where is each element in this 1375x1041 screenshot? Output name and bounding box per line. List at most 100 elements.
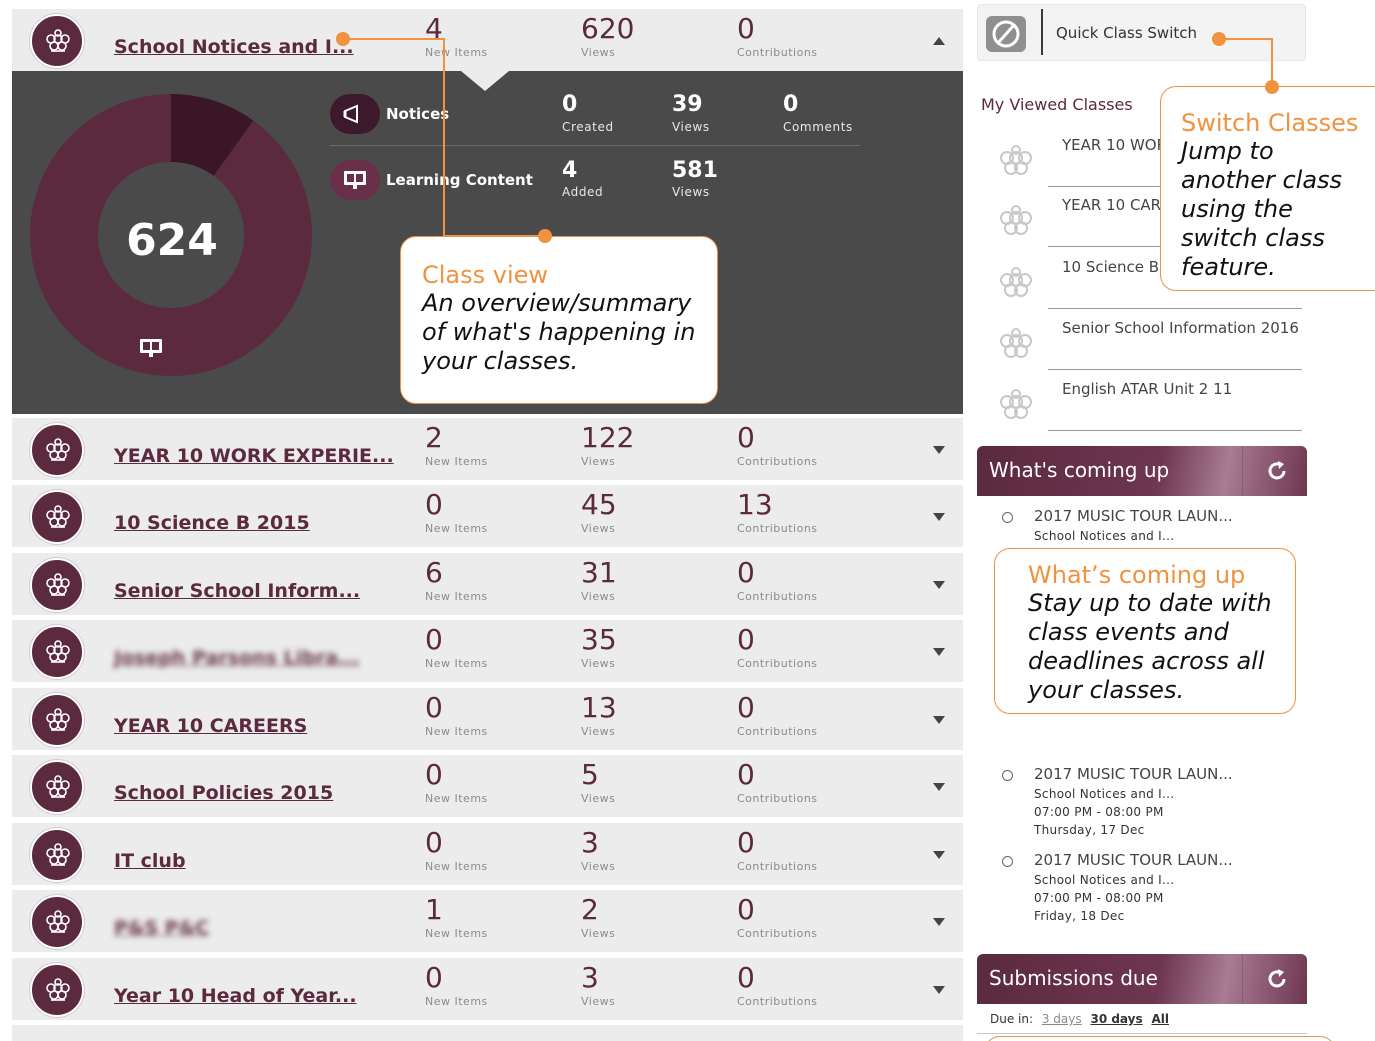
contributions-count: 0 [737, 758, 755, 791]
viewed-class-divider [1048, 430, 1302, 431]
viewed-class-item[interactable]: English ATAR Unit 2 11 [990, 374, 1310, 434]
callout-anchor-dot [1212, 32, 1226, 46]
submissions-due-title: Submissions due [989, 966, 1158, 990]
submissions-due-header: Submissions due [977, 954, 1307, 1004]
callout-anchor-dot [1265, 80, 1279, 94]
event-title[interactable]: 2017 MUSIC TOUR LAUN... [1034, 507, 1233, 525]
viewed-class-name[interactable]: Senior School Information 2016 [1062, 319, 1302, 337]
presentation-icon [140, 339, 162, 357]
contributions-label: Contributions [737, 46, 818, 59]
class-row[interactable]: YEAR 10 CAREERS 0 New Items 13 Views 0 Contrib… [12, 686, 963, 750]
class-row[interactable]: Year 10 Head of Year... 0 New Items 3 Views 0… [12, 956, 963, 1020]
new-items-stat: 0 New Items [425, 826, 488, 874]
new-items-label: New Items [425, 725, 488, 738]
header-separator [1242, 446, 1243, 496]
class-row[interactable]: Senior School Inform... 6 New Items 31 Views… [12, 551, 963, 615]
submissions-callout [984, 1036, 1336, 1041]
class-row[interactable]: Joseph Parsons Libra... 0 New Items 35 Views… [12, 618, 963, 682]
chevron-down-icon[interactable] [933, 986, 945, 994]
class-name-link[interactable]: School Policies 2015 [114, 782, 333, 804]
class-name-link[interactable]: IT club [114, 850, 186, 872]
refresh-icon[interactable] [1265, 459, 1289, 483]
chevron-down-icon[interactable] [933, 716, 945, 724]
refresh-icon[interactable] [1265, 967, 1289, 991]
viewed-class-item[interactable]: Senior School Information 2016 [990, 313, 1310, 373]
viewed-class-name[interactable]: English ATAR Unit 2 11 [1062, 380, 1302, 398]
quick-switch-separator [1041, 9, 1043, 55]
contributions-count: 0 [737, 623, 755, 656]
class-name-link[interactable]: School Notices and I... [114, 36, 354, 58]
filter-all[interactable]: All [1151, 1012, 1169, 1026]
views-count: 620 [581, 12, 635, 45]
chevron-down-icon[interactable] [933, 581, 945, 589]
views-stat: 2 Views [581, 894, 615, 941]
learning-content-added-label: Added [562, 185, 604, 199]
notices-label[interactable]: Notices [386, 105, 449, 123]
school-logo-icon [30, 693, 84, 747]
class-row[interactable]: School Policies 2015 0 New Items 5 Views 0 Con… [12, 753, 963, 817]
chevron-down-icon[interactable] [933, 446, 945, 454]
class-row[interactable]: School Notices and I... 4 New Items 620 View… [12, 7, 963, 71]
new-items-count: 0 [425, 758, 443, 791]
views-label: Views [581, 522, 616, 535]
contributions-count: 0 [737, 421, 755, 454]
notices-views-label: Views [672, 120, 710, 134]
class-name-link[interactable]: YEAR 10 CAREERS [114, 715, 307, 737]
class-name-link[interactable]: YEAR 10 WORK EXPERIE... [114, 445, 394, 467]
contributions-stat: 0 Contributions [737, 421, 818, 469]
new-items-label: New Items [425, 995, 488, 1008]
school-logo-icon [1000, 328, 1032, 358]
learning-content-label[interactable]: Learning Content [386, 171, 533, 189]
contributions-count: 0 [737, 691, 755, 724]
school-logo-icon [30, 490, 84, 544]
quick-class-switch[interactable]: Quick Class Switch [977, 4, 1306, 61]
switch-icon[interactable] [986, 16, 1026, 52]
class-row[interactable]: IT club 0 New Items 3 Views 0 Contributions [12, 821, 963, 885]
class-name-link[interactable]: Senior School Inform... [114, 580, 360, 602]
event-time: 07:00 PM - 08:00 PM [1034, 805, 1164, 819]
chevron-down-icon[interactable] [933, 648, 945, 656]
new-items-count: 0 [425, 691, 443, 724]
class-view-callout: Class view An overview/summary of what's… [400, 236, 718, 404]
chevron-down-icon[interactable] [933, 851, 945, 859]
class-name-link[interactable]: Year 10 Head of Year... [114, 985, 357, 1007]
callout-title: Switch Classes [1181, 109, 1359, 137]
class-name-link[interactable]: P&S P&C [114, 917, 209, 939]
views-label: Views [581, 657, 616, 670]
event-title[interactable]: 2017 MUSIC TOUR LAUN... [1034, 765, 1233, 783]
chevron-down-icon[interactable] [933, 513, 945, 521]
switch-classes-callout: Switch Classes Jump to another class usi… [1160, 86, 1375, 291]
new-items-stat: 2 New Items [425, 422, 488, 469]
contributions-label: Contributions [737, 860, 818, 873]
new-items-stat: 6 New Items [425, 557, 488, 604]
class-row[interactable]: YEAR 10 WORK EXPERIE... 2 New Items 122 View… [12, 416, 963, 480]
views-label: Views [581, 455, 616, 468]
class-name-link[interactable]: 10 Science B 2015 [114, 512, 310, 534]
chevron-down-icon[interactable] [933, 918, 945, 926]
chevron-down-icon[interactable] [933, 783, 945, 791]
new-items-count: 0 [425, 826, 443, 859]
filter-3-days[interactable]: 3 days [1042, 1012, 1082, 1026]
whats-coming-up-callout: What’s coming up Stay up to date with cl… [994, 548, 1296, 714]
contributions-count: 0 [737, 893, 755, 926]
new-items-label: New Items [425, 590, 488, 603]
contributions-count: 0 [737, 826, 755, 859]
class-row-partial[interactable] [12, 1023, 963, 1041]
viewed-class-divider [1048, 308, 1302, 309]
contributions-label: Contributions [737, 590, 818, 603]
contributions-stat: 0 Contributions [737, 557, 818, 604]
event-title[interactable]: 2017 MUSIC TOUR LAUN... [1034, 851, 1233, 869]
class-row[interactable]: P&S P&C 1 New Items 2 Views 0 Contributions [12, 888, 963, 952]
chevron-up-icon[interactable] [933, 37, 945, 45]
notices-comments-count: 0 [783, 92, 799, 117]
quick-class-switch-label[interactable]: Quick Class Switch [1056, 24, 1197, 42]
new-items-stat: 4 New Items [425, 13, 488, 60]
viewed-class-divider [1048, 369, 1302, 370]
contributions-stat: 0 Contributions [737, 893, 818, 941]
callout-connector [443, 235, 545, 237]
class-row[interactable]: 10 Science B 2015 0 New Items 45 Views 13 Cont… [12, 483, 963, 547]
class-name-link[interactable]: Joseph Parsons Libra... [114, 647, 360, 669]
filter-30-days[interactable]: 30 days [1090, 1012, 1142, 1026]
views-stat: 3 Views [581, 962, 615, 1009]
new-items-count: 0 [425, 961, 443, 994]
